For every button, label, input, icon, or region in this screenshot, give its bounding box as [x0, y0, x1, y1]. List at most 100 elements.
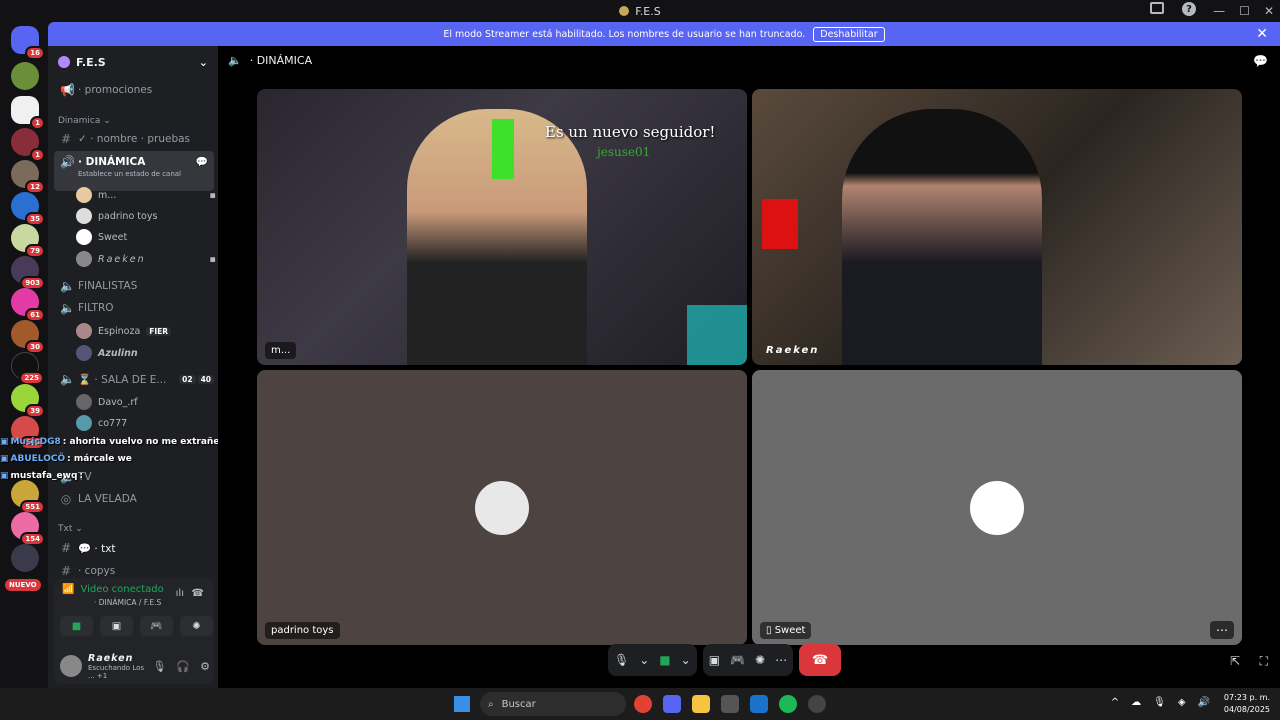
video-tile[interactable]: ▯ Sweet ⋯ — [752, 370, 1242, 645]
soundboard-button[interactable]: ✺ — [180, 616, 213, 636]
server-icon[interactable] — [11, 544, 39, 572]
channel-finalistas[interactable]: 🔈 FINALISTAS — [54, 276, 214, 296]
avatar — [76, 187, 92, 203]
guild-header[interactable]: F.E.S ⌄ — [48, 46, 218, 78]
spotify-icon[interactable] — [779, 695, 797, 713]
camera-button[interactable]: ■ — [60, 616, 93, 636]
server-icon[interactable]: 1 — [11, 128, 45, 162]
activity-group: ▣ 🎮 ✺ ⋯ — [702, 644, 794, 676]
category-txt[interactable]: Txt ⌄ — [58, 524, 83, 534]
disconnect-icon[interactable]: ☎ — [192, 588, 204, 599]
gear-icon[interactable]: ⚙ — [200, 660, 210, 673]
video-tile[interactable]: Es un nuevo seguidor! jesuse01 m... — [257, 89, 747, 365]
screen-share-button[interactable]: ▣ — [100, 616, 133, 636]
voice-channel-link[interactable]: · DINÁMICA / F.E.S — [94, 598, 161, 607]
server-icon[interactable]: 79 — [11, 224, 45, 258]
channel-filtro[interactable]: 🔈 FILTRO — [54, 298, 214, 318]
speaker-icon: 🔈 — [60, 279, 75, 293]
channel-nombre-pruebas[interactable]: # ✓ · nombre · pruebas — [54, 129, 214, 149]
direct-messages-icon[interactable]: 16 — [11, 26, 45, 60]
voice-member[interactable]: Raeken ▪ — [76, 250, 216, 268]
noise-icon[interactable]: ılı — [176, 588, 184, 599]
chevron-down-icon: ⌄ — [198, 55, 208, 69]
disconnect-button[interactable]: ☎ — [799, 644, 842, 676]
server-icon[interactable]: 1 — [11, 96, 45, 130]
microphone-icon[interactable]: 🎙 — [614, 653, 629, 667]
chat-icon[interactable]: 💬 — [1253, 54, 1268, 68]
server-icon[interactable] — [11, 62, 39, 90]
server-icon[interactable]: 35 — [11, 192, 45, 226]
voice-member[interactable]: m... ▪ — [76, 186, 216, 204]
close-window-button[interactable]: ✕ — [1264, 4, 1274, 18]
channel-la-velada[interactable]: ◎ LA VELADA — [54, 489, 214, 509]
voice-member[interactable]: Espinoza FIER — [76, 322, 216, 340]
megaphone-icon: 📢 — [60, 83, 75, 97]
channel-dinamica[interactable]: 🔊 · DINÁMICA 💬 Establece un estado de ca… — [54, 151, 214, 191]
wifi-icon[interactable]: ◈ — [1178, 697, 1186, 708]
screen-share-icon[interactable]: ▣ — [709, 653, 720, 667]
camera-icon[interactable]: ■ — [659, 653, 670, 667]
video-tile[interactable]: padrino toys — [257, 370, 747, 645]
category-dinamica[interactable]: Dinamica ⌄ — [58, 116, 111, 126]
popout-icon[interactable]: ⇱ — [1230, 654, 1240, 668]
server-icon[interactable]: 154 — [11, 512, 45, 546]
microphone-icon[interactable]: 🎙 — [152, 660, 166, 673]
minimize-button[interactable]: — — [1213, 4, 1225, 18]
speaker-icon: 🔊 — [60, 155, 75, 169]
help-icon[interactable]: ? — [1182, 2, 1196, 16]
more-icon[interactable]: ⋯ — [775, 653, 787, 667]
activity-button[interactable]: 🎮 — [140, 616, 173, 636]
disable-streamer-button[interactable]: Deshabilitar — [813, 26, 885, 42]
chat-icon[interactable]: 💬 — [196, 157, 208, 168]
video-tile[interactable]: Raeken — [752, 89, 1242, 365]
guild-icon — [58, 56, 70, 68]
channel-txt[interactable]: # 💬 · txt — [54, 538, 214, 558]
soundboard-icon[interactable]: ✺ — [755, 653, 765, 667]
channel-status[interactable]: Establece un estado de canal — [60, 170, 181, 178]
voice-status[interactable]: 📶 Video conectado — [62, 584, 164, 595]
twitch-icon: ▣ — [0, 453, 9, 464]
volume-icon[interactable]: 🔊 — [1198, 697, 1210, 708]
outlook-icon[interactable] — [750, 695, 768, 713]
chevron-down-icon[interactable]: ⌄ — [639, 653, 649, 667]
voice-connection-panel: 📶 Video conectado · DINÁMICA / F.E.S ılı … — [54, 578, 214, 684]
microphone-icon[interactable]: 🎙 — [1153, 697, 1166, 708]
activity-icon[interactable]: 🎮 — [730, 653, 745, 667]
windows-start-icon[interactable] — [454, 696, 470, 712]
voice-member[interactable]: Davo_.rf — [76, 393, 216, 411]
mic-light — [762, 199, 798, 249]
discord-icon[interactable] — [663, 695, 681, 713]
avatar[interactable] — [60, 655, 82, 677]
server-icon[interactable]: 61 — [11, 288, 45, 322]
server-icon[interactable]: 39 — [11, 384, 45, 418]
avatar — [76, 415, 92, 431]
chevron-up-icon[interactable]: ^ — [1111, 697, 1119, 708]
taskbar-search[interactable]: ⌕ Buscar — [480, 692, 626, 716]
server-icon[interactable]: 225 — [11, 352, 44, 385]
inbox-icon[interactable] — [1150, 2, 1164, 14]
voice-member[interactable]: co777 — [76, 414, 216, 432]
voice-actions: ■ ▣ 🎮 ✺ — [60, 616, 213, 636]
voice-member[interactable]: Azulinn — [76, 344, 216, 362]
voice-member[interactable]: Sweet — [76, 228, 216, 246]
chrome-icon[interactable] — [634, 695, 652, 713]
chevron-down-icon[interactable]: ⌄ — [681, 653, 691, 667]
headphones-icon[interactable]: 🎧 — [176, 660, 190, 673]
server-icon[interactable]: 30 — [11, 320, 45, 354]
channel-sala[interactable]: 🔈 ⌛ · SALA DE E... 02 40 — [54, 369, 214, 389]
server-icon[interactable]: 903 — [11, 256, 45, 290]
server-icon[interactable]: 551 — [11, 480, 45, 514]
voice-member[interactable]: padrino toys — [76, 207, 216, 225]
more-options-button[interactable]: ⋯ — [1210, 621, 1234, 639]
mobile-icon: ▯ — [766, 625, 772, 636]
obs-icon[interactable] — [808, 695, 826, 713]
close-icon[interactable]: ✕ — [1256, 26, 1268, 42]
clock[interactable]: 07:23 p. m. 04/08/2025 — [1224, 692, 1270, 716]
fullscreen-icon[interactable]: ⛶ — [1260, 654, 1268, 669]
maximize-button[interactable]: ☐ — [1239, 4, 1250, 18]
network-icon[interactable]: ☁ — [1131, 697, 1141, 708]
store-icon[interactable] — [721, 695, 739, 713]
channel-promociones[interactable]: 📢 · promociones — [54, 80, 214, 100]
server-icon[interactable]: 12 — [11, 160, 45, 194]
folder-icon[interactable] — [692, 695, 710, 713]
